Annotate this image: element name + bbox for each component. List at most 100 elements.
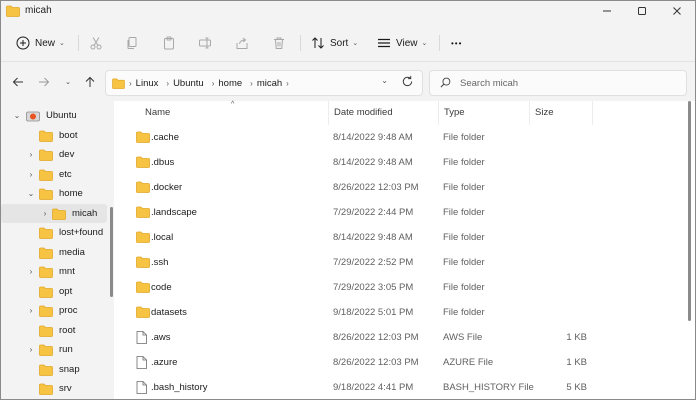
column-divider[interactable] [328, 101, 329, 125]
chevron-right-icon[interactable]: › [26, 170, 36, 179]
chevron-down-icon[interactable]: ⌄ [12, 111, 22, 120]
column-divider[interactable] [529, 101, 530, 125]
file-size: 5 KB [566, 382, 587, 393]
column-header-date[interactable]: Date modified [334, 107, 393, 123]
file-name: .azure [151, 357, 178, 368]
chevron-right-icon[interactable]: › [26, 345, 36, 354]
file-type: File folder [443, 182, 485, 193]
forward-button[interactable] [35, 73, 53, 91]
sidebar-item-label: srv [59, 383, 72, 394]
close-button[interactable] [660, 1, 694, 21]
search-input[interactable] [458, 74, 682, 92]
breadcrumb-item[interactable]: micah [257, 78, 282, 89]
folder-icon [39, 227, 53, 241]
sidebar-item-lost-found[interactable]: lost+found [1, 223, 107, 242]
more-options-button[interactable]: ••• [451, 33, 462, 53]
plus-circle-icon [16, 36, 30, 50]
table-row[interactable]: .docker 8/26/2022 12:03 PM File folder [128, 177, 688, 199]
column-divider[interactable] [592, 101, 593, 125]
sidebar-item-label: mnt [59, 266, 75, 277]
file-list-scrollbar[interactable] [688, 101, 691, 321]
share-button[interactable] [235, 33, 249, 53]
column-header-name[interactable]: Name [145, 107, 170, 123]
sidebar-item-micah[interactable]: › micah [1, 203, 107, 223]
chevron-right-icon[interactable]: › [166, 79, 169, 88]
file-date-modified: 8/26/2022 12:03 PM [333, 332, 419, 343]
chevron-right-icon[interactable]: › [26, 150, 36, 159]
minimize-icon [603, 10, 611, 12]
sidebar-item-label: lost+found [59, 227, 104, 238]
chevron-right-icon[interactable]: › [40, 209, 50, 218]
copy-button[interactable] [125, 33, 139, 53]
chevron-right-icon[interactable]: › [129, 79, 132, 88]
folder-icon [52, 208, 66, 222]
view-button[interactable]: View ⌄ [377, 33, 427, 53]
breadcrumb-item[interactable]: Linux [136, 78, 159, 89]
breadcrumb-item[interactable]: home [218, 78, 242, 89]
sidebar-item-media[interactable]: media [1, 243, 107, 262]
chevron-right-icon[interactable]: › [26, 267, 36, 276]
chevron-down-icon: ⌄ [59, 40, 65, 47]
sidebar-item-ubuntu[interactable]: ⌄ Ubuntu [1, 106, 107, 125]
chevron-right-icon[interactable]: › [26, 306, 36, 315]
sidebar-item-opt[interactable]: opt [1, 282, 107, 301]
chevron-down-icon[interactable]: ⌄ [26, 189, 36, 198]
delete-button[interactable] [272, 33, 286, 53]
column-divider[interactable] [438, 101, 439, 125]
recent-locations-button[interactable]: ⌄ [59, 73, 77, 91]
file-date-modified: 9/18/2022 4:41 PM [333, 382, 414, 393]
toolbar-divider [439, 35, 440, 51]
table-row[interactable]: datasets 9/18/2022 5:01 PM File folder [128, 302, 688, 324]
new-button[interactable]: New ⌄ [16, 33, 65, 53]
table-row[interactable]: .dbus 8/14/2022 9:48 AM File folder [128, 152, 688, 174]
breadcrumb-item[interactable]: Ubuntu [173, 78, 204, 89]
table-row[interactable]: code 7/29/2022 3:05 PM File folder [128, 277, 688, 299]
sidebar-item-label: etc [59, 168, 72, 180]
address-history-button[interactable]: ⌄ [381, 76, 388, 85]
minimize-button[interactable] [590, 1, 624, 21]
column-header-size[interactable]: Size [535, 107, 553, 123]
sidebar-item-run[interactable]: › run [1, 340, 107, 359]
sidebar-item-proc[interactable]: › proc [1, 301, 107, 320]
file-name: .docker [151, 182, 183, 193]
sidebar-item-home[interactable]: ⌄ home [1, 184, 107, 203]
rename-button[interactable] [198, 33, 212, 53]
maximize-button[interactable] [625, 1, 659, 21]
folder-icon [39, 325, 53, 339]
table-row[interactable]: .azure 8/26/2022 12:03 PM AZURE File 1 KB [128, 352, 688, 374]
table-row[interactable]: .local 8/14/2022 9:48 AM File folder [128, 227, 688, 249]
chevron-right-icon[interactable]: › [286, 79, 289, 88]
sidebar-item-label: Ubuntu [46, 110, 77, 121]
sidebar-item-srv[interactable]: srv [1, 379, 107, 398]
view-lines-icon [378, 38, 390, 48]
sidebar-scrollbar[interactable] [110, 207, 113, 297]
table-row[interactable]: .bash_history 9/18/2022 4:41 PM BASH_HISTO… [128, 377, 688, 399]
refresh-button[interactable] [401, 75, 414, 90]
sort-button[interactable]: Sort ⌄ [311, 33, 358, 53]
table-row[interactable]: .aws 8/26/2022 12:03 PM AWS File 1 KB [128, 327, 688, 349]
paste-button[interactable] [162, 33, 176, 53]
sidebar-item-label: media [59, 246, 85, 258]
command-bar: New ⌄ Sort ⌄ View ⌄ ••• [1, 25, 695, 62]
sidebar-item-root[interactable]: root [1, 321, 107, 340]
sidebar-item-snap[interactable]: snap [1, 360, 107, 379]
table-row[interactable]: .ssh 7/29/2022 2:52 PM File folder [128, 252, 688, 274]
back-button[interactable] [9, 73, 27, 91]
chevron-right-icon[interactable]: › [212, 79, 215, 88]
file-date-modified: 7/29/2022 2:44 PM [333, 207, 414, 218]
table-row[interactable]: .landscape 7/29/2022 2:44 PM File folder [128, 202, 688, 224]
up-button[interactable] [81, 73, 99, 91]
column-header-type[interactable]: Type [444, 107, 465, 123]
sidebar-item-mnt[interactable]: › mnt [1, 262, 107, 281]
search-box[interactable] [429, 70, 687, 96]
address-bar[interactable]: › Linux › Ubuntu › home › micah › ⌄ [105, 70, 423, 96]
table-row[interactable]: .cache 8/14/2022 9:48 AM File folder [128, 127, 688, 149]
sidebar-item-boot[interactable]: boot [1, 126, 107, 145]
navigation-pane: ⌄ Ubuntu boot › dev › etc ⌄ home › micah lost+found… [1, 101, 113, 399]
sidebar-item-dev[interactable]: › dev [1, 145, 107, 164]
sort-ascending-icon: ^ [231, 101, 235, 108]
cut-button[interactable] [89, 33, 103, 53]
chevron-right-icon[interactable]: › [250, 79, 253, 88]
sidebar-item-etc[interactable]: › etc [1, 165, 107, 184]
file-date-modified: 7/29/2022 3:05 PM [333, 282, 414, 293]
